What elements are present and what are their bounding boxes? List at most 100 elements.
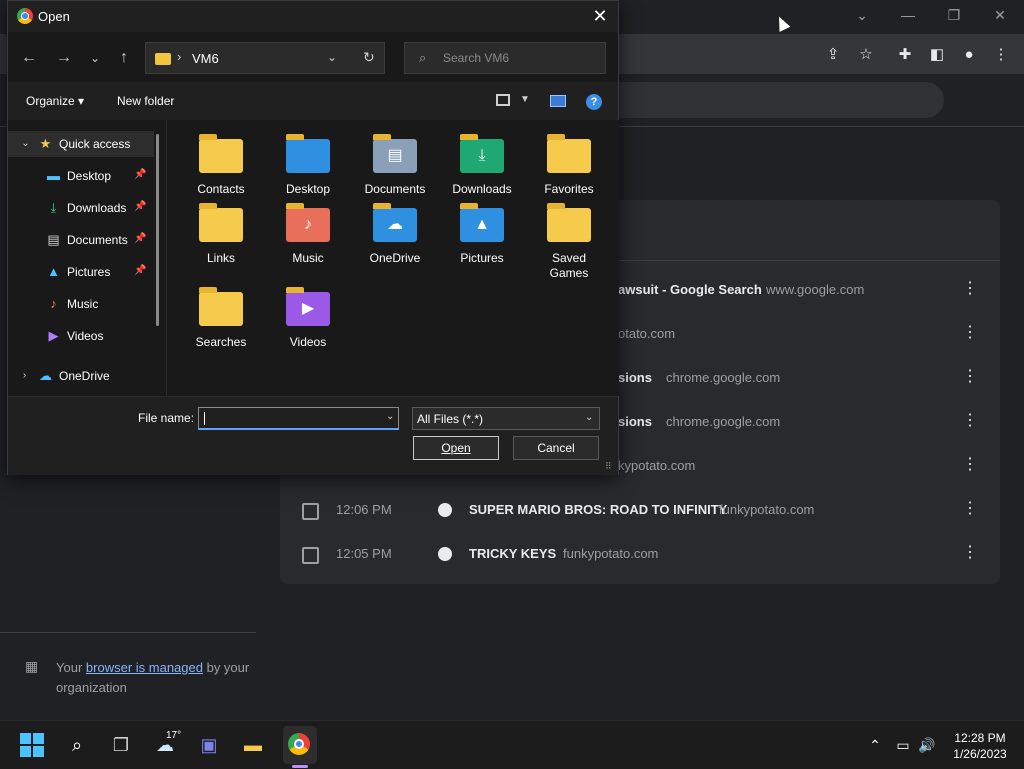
organize-button[interactable]: Organize ▾	[26, 94, 84, 108]
row-checkbox[interactable]	[302, 503, 319, 520]
folder-tile-music[interactable]: ♪ Music	[269, 198, 347, 278]
file-type-value: All Files (*.*)	[417, 412, 484, 426]
refresh-icon[interactable]: ↻	[363, 49, 375, 66]
history-title[interactable]: SUPER MARIO BROS: ROAD TO INFINITY	[469, 502, 727, 517]
share-icon[interactable]: ⇪	[822, 44, 844, 66]
network-icon[interactable]: ▭	[890, 733, 916, 757]
folder-tile-documents[interactable]: ▤ Documents	[356, 129, 434, 209]
folder-tile-searches[interactable]: Searches	[182, 282, 260, 362]
side-panel-icon[interactable]: ◧	[926, 44, 948, 66]
show-hidden-icons-icon[interactable]: ⌃	[862, 733, 888, 757]
music-glyph-icon: ♪	[304, 216, 312, 233]
history-title[interactable]: TRICKY KEYS	[469, 546, 556, 561]
nav-item-onedrive[interactable]: › ☁ OneDrive	[8, 363, 154, 389]
search-taskbar-icon[interactable]: ⌕	[64, 733, 90, 757]
task-view-icon[interactable]: ❐	[108, 733, 134, 757]
folder-tile-onedrive[interactable]: ☁ OneDrive	[356, 198, 434, 278]
help-icon[interactable]: ?	[586, 94, 602, 110]
clock-time[interactable]: 12:28 PM	[948, 731, 1012, 745]
row-menu-icon[interactable]: ⋮	[960, 411, 980, 431]
play-glyph-icon: ▶	[301, 300, 315, 317]
teams-chat-icon[interactable]: ▣	[196, 733, 222, 757]
row-menu-icon[interactable]: ⋮	[960, 367, 980, 387]
folder-tile-pictures[interactable]: ▲ Pictures	[443, 198, 521, 278]
open-button[interactable]: Open	[413, 436, 499, 460]
preview-pane-icon[interactable]	[550, 95, 566, 107]
dialog-close-icon[interactable]: ✕	[588, 5, 612, 27]
row-menu-icon[interactable]: ⋮	[960, 279, 980, 299]
star-icon: ★	[39, 136, 52, 151]
resize-grip-icon[interactable]: ⠿	[605, 461, 612, 472]
nav-item-videos[interactable]: ▶ Videos	[8, 323, 154, 349]
pin-icon: 📌	[134, 169, 147, 180]
history-search-box[interactable]	[610, 82, 944, 118]
folder-label: Saved Games	[549, 251, 589, 280]
search-box[interactable]: ⌕	[404, 42, 606, 74]
back-icon[interactable]: ←	[18, 47, 40, 69]
nav-item-quick-access[interactable]: ⌄ ★ Quick access	[8, 131, 154, 157]
address-bar[interactable]: › VM6 ⌄ ↻	[145, 42, 385, 74]
file-name-dropdown-icon[interactable]: ⌄	[386, 411, 394, 422]
breadcrumb[interactable]: VM6	[192, 51, 219, 66]
managed-link[interactable]: browser is managed	[86, 660, 203, 675]
clock-date[interactable]: 1/26/2023	[948, 747, 1012, 761]
row-checkbox[interactable]	[302, 547, 319, 564]
history-row[interactable]: 12:06 PM SUPER MARIO BROS: ROAD TO INFIN…	[280, 489, 1000, 533]
folder-tile-downloads[interactable]: ⤓ Downloads	[443, 129, 521, 209]
file-explorer-icon[interactable]: ▬	[240, 733, 266, 757]
row-menu-icon[interactable]: ⋮	[960, 543, 980, 563]
folder-tile-videos[interactable]: ▶ Videos	[269, 282, 347, 362]
up-icon[interactable]: ↑	[113, 47, 135, 69]
history-title[interactable]: sions	[618, 414, 652, 429]
address-dropdown-icon[interactable]: ⌄	[327, 50, 337, 64]
search-input[interactable]	[443, 49, 593, 67]
history-title[interactable]: sions	[618, 370, 652, 385]
recent-locations-icon[interactable]: ⌄	[84, 47, 106, 69]
folder-label: Downloads	[452, 182, 512, 196]
folder-tile-desktop[interactable]: Desktop	[269, 129, 347, 209]
expand-chevron-icon[interactable]: ⌄	[18, 136, 33, 151]
folder-tile-saved-games[interactable]: Saved Games	[530, 198, 608, 280]
nav-item-music[interactable]: ♪ Music	[8, 291, 154, 317]
volume-icon[interactable]: 🔊	[914, 733, 940, 757]
nav-item-label: Music	[67, 297, 99, 311]
cancel-button[interactable]: Cancel	[513, 436, 599, 460]
chrome-menu-icon[interactable]: ⋮	[990, 44, 1012, 66]
start-button-windows-icon[interactable]	[20, 733, 44, 757]
history-row[interactable]: 12:05 PM TRICKY KEYS funkypotato.com ⋮	[280, 533, 1000, 577]
file-type-dropdown-icon[interactable]: ⌄	[585, 412, 593, 423]
navigation-pane: ⌄ ★ Quick access ▬ Desktop 📌 ⤓ Downloads…	[8, 120, 166, 396]
history-domain: chrome.google.com	[666, 414, 781, 429]
dialog-navbar: ← → ⌄ ↑ › VM6 ⌄ ↻ ⌕	[8, 32, 618, 82]
nav-item-pictures[interactable]: ▲ Pictures 📌	[8, 259, 154, 285]
folder-tile-favorites[interactable]: Favorites	[530, 129, 608, 209]
bookmark-star-icon[interactable]: ☆	[855, 44, 877, 66]
row-menu-icon[interactable]: ⋮	[960, 323, 980, 343]
videos-icon: ▶	[48, 328, 59, 343]
nav-item-downloads[interactable]: ⤓ Downloads 📌	[8, 195, 154, 221]
view-options-icon[interactable]	[496, 94, 510, 106]
forward-icon[interactable]: →	[53, 47, 75, 69]
folder-tile-contacts[interactable]: Contacts	[182, 129, 260, 209]
minimize-icon[interactable]: —	[886, 4, 930, 26]
nav-item-documents[interactable]: ▤ Documents 📌	[8, 227, 154, 253]
tab-search-icon[interactable]: ⌄	[840, 4, 884, 26]
file-name-input[interactable]	[198, 407, 399, 430]
history-title[interactable]: awsuit - Google Search	[618, 282, 762, 297]
history-domain: kypotato.com	[618, 458, 696, 473]
restore-icon[interactable]: ❐	[932, 4, 976, 26]
row-menu-icon[interactable]: ⋮	[960, 455, 980, 475]
chrome-taskbar-icon[interactable]	[288, 733, 310, 755]
folder-tile-links[interactable]: Links	[182, 198, 260, 278]
nav-scrollbar[interactable]	[156, 134, 159, 326]
profile-icon[interactable]: ●	[958, 44, 980, 66]
mountain-glyph-icon: ▲	[474, 216, 490, 233]
view-dropdown-icon[interactable]: ▼	[520, 94, 530, 105]
close-window-icon[interactable]: ✕	[978, 4, 1022, 26]
expand-chevron-icon[interactable]: ›	[17, 368, 32, 383]
new-folder-button[interactable]: New folder	[117, 94, 174, 108]
row-menu-icon[interactable]: ⋮	[960, 499, 980, 519]
extensions-icon[interactable]: ✚	[894, 44, 916, 66]
file-type-select[interactable]: All Files (*.*) ⌄	[412, 407, 600, 430]
nav-item-desktop[interactable]: ▬ Desktop 📌	[8, 163, 154, 189]
